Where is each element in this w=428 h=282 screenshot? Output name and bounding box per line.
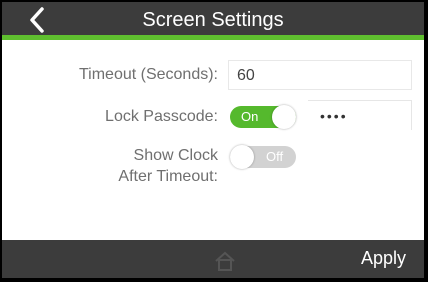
apply-button[interactable]: Apply xyxy=(361,248,406,269)
timeout-label: Timeout (Seconds): xyxy=(78,66,218,83)
lock-passcode-toggle[interactable]: On xyxy=(230,105,296,129)
page-title: Screen Settings xyxy=(142,9,284,31)
lock-passcode-toggle-text: On xyxy=(241,109,259,124)
toggle-knob xyxy=(230,145,254,169)
home-button[interactable] xyxy=(212,248,238,274)
show-clock-label-line1: Show Clock xyxy=(133,147,218,164)
header-bar: Screen Settings xyxy=(2,2,424,40)
lock-passcode-label: Lock Passcode: xyxy=(105,108,218,125)
show-clock-toggle-text: Off xyxy=(266,149,284,164)
show-clock-label-line2: After Timeout: xyxy=(118,168,218,185)
footer-bar: Apply xyxy=(2,240,424,278)
toggle-knob xyxy=(272,105,296,129)
show-clock-toggle[interactable]: Off xyxy=(230,145,296,169)
timeout-input[interactable]: 60 xyxy=(228,60,412,90)
device-screen: Screen Settings Timeout (Seconds): 60 Lo… xyxy=(2,2,424,278)
home-icon xyxy=(215,251,235,271)
passcode-input[interactable]: •••• xyxy=(308,100,412,130)
